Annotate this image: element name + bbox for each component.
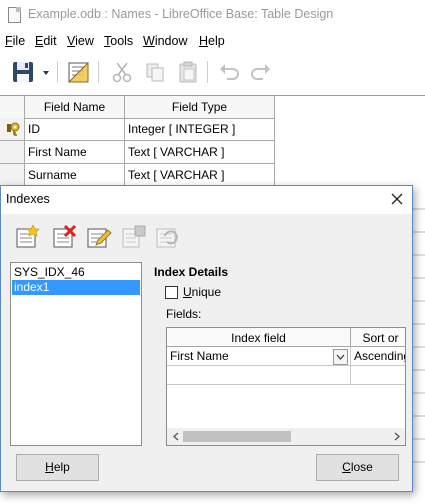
redo-icon[interactable] <box>248 59 274 85</box>
scroll-left-icon[interactable] <box>170 430 182 443</box>
dropdown-arrow-icon[interactable] <box>40 59 52 85</box>
save-icon[interactable] <box>10 59 36 85</box>
unique-label-text: nique <box>191 285 222 299</box>
menu-label: iew <box>75 34 94 48</box>
sort-order-cell[interactable]: Ascending <box>351 347 405 366</box>
grid-header-row: Field Name Field Type <box>0 96 425 119</box>
chevron-down-icon[interactable] <box>333 349 348 365</box>
index-fields-grid: Index field Sort or First Name Ascending <box>166 327 406 446</box>
toolbar-separator <box>207 61 208 83</box>
dialog-titlebar: Indexes <box>1 186 412 214</box>
column-header-sort-order[interactable]: Sort or <box>351 328 405 347</box>
index-list[interactable]: SYS_IDX_46 index1 <box>10 262 142 446</box>
index-design-icon[interactable] <box>66 59 92 85</box>
index-details-heading: Index Details <box>154 265 229 279</box>
index-field-cell[interactable] <box>167 366 351 385</box>
menu-accel: V <box>67 34 76 48</box>
horizontal-scrollbar[interactable] <box>167 428 405 445</box>
column-header-field-type[interactable]: Field Type <box>125 96 275 119</box>
help-accel: H <box>45 460 54 474</box>
cut-icon[interactable] <box>109 59 135 85</box>
toolbar-separator <box>98 61 99 83</box>
menu-bar: File Edit View Tools Window Help <box>0 32 425 52</box>
column-header-index-field[interactable]: Index field <box>167 328 351 347</box>
scroll-right-icon[interactable] <box>391 430 403 443</box>
field-name-cell[interactable]: First Name <box>25 141 125 164</box>
unique-checkbox[interactable] <box>165 286 178 299</box>
undo-icon[interactable] <box>216 59 242 85</box>
copy-icon[interactable] <box>142 59 168 85</box>
menu-file[interactable]: File <box>5 34 25 48</box>
save-index-icon[interactable] <box>119 223 147 251</box>
rename-index-icon[interactable] <box>84 223 112 251</box>
menu-label: ools <box>110 34 134 48</box>
menu-edit[interactable]: Edit <box>35 34 57 48</box>
menu-help[interactable]: Help <box>199 34 225 48</box>
indexes-dialog: Indexes SYS_IDX_46 index1 Index Details … <box>0 185 413 492</box>
new-index-icon[interactable] <box>13 223 41 251</box>
unique-label[interactable]: Unique <box>183 285 221 299</box>
table-row[interactable]: First Name Text [ VARCHAR ] <box>0 141 425 164</box>
delete-index-icon[interactable] <box>50 223 78 251</box>
close-label: lose <box>350 460 373 474</box>
menu-window[interactable]: Window <box>143 34 187 48</box>
field-type-cell[interactable]: Text [ VARCHAR ] <box>125 141 275 164</box>
field-name-cell[interactable]: ID <box>25 118 125 141</box>
row-header-cell[interactable] <box>0 164 25 187</box>
column-header-field-name[interactable]: Field Name <box>25 96 125 119</box>
grid-corner-cell <box>0 96 25 119</box>
menu-label: indow <box>154 34 188 48</box>
primary-key-icon[interactable] <box>0 118 25 141</box>
background-grid-edge <box>413 195 425 495</box>
menu-tools[interactable]: Tools <box>104 34 133 48</box>
list-item[interactable]: index1 <box>12 280 140 295</box>
menu-label: ile <box>12 34 26 48</box>
table-row[interactable]: ID Integer [ INTEGER ] <box>0 118 425 141</box>
menu-view[interactable]: View <box>67 34 94 48</box>
menu-label: elp <box>208 34 225 48</box>
reset-index-icon[interactable] <box>153 223 181 251</box>
menu-accel: W <box>143 34 155 48</box>
standard-toolbar <box>0 56 425 88</box>
help-button[interactable]: Help <box>16 454 99 481</box>
close-accel: C <box>342 460 351 474</box>
scrollbar-thumb[interactable] <box>183 431 291 442</box>
dialog-title: Indexes <box>6 192 50 206</box>
menu-accel: H <box>199 34 209 48</box>
sort-order-cell[interactable] <box>351 366 405 385</box>
list-item[interactable]: SYS_IDX_46 <box>12 265 140 280</box>
close-button[interactable]: Close <box>316 454 399 481</box>
table-design-grid: Field Name Field Type ID Integer [ INTEG… <box>0 95 425 195</box>
paste-icon[interactable] <box>175 59 201 85</box>
menu-label: dit <box>43 34 57 48</box>
help-label: elp <box>53 460 70 474</box>
field-name-cell[interactable]: Surname <box>25 164 125 187</box>
window-titlebar: Example.odb : Names - LibreOffice Base: … <box>0 0 425 30</box>
toolbar-separator <box>57 61 58 83</box>
window-title: Example.odb : Names - LibreOffice Base: … <box>28 7 334 21</box>
field-type-cell[interactable]: Integer [ INTEGER ] <box>125 118 275 141</box>
table-row[interactable]: Surname Text [ VARCHAR ] <box>0 164 425 187</box>
document-icon <box>8 7 21 23</box>
index-field-cell[interactable]: First Name <box>167 347 351 366</box>
row-header-cell[interactable] <box>0 141 25 164</box>
fields-label: Fields: <box>166 307 202 321</box>
close-icon[interactable] <box>388 190 406 208</box>
field-type-cell[interactable]: Text [ VARCHAR ] <box>125 164 275 187</box>
menu-accel: F <box>5 34 13 48</box>
unique-accel: U <box>183 285 192 299</box>
